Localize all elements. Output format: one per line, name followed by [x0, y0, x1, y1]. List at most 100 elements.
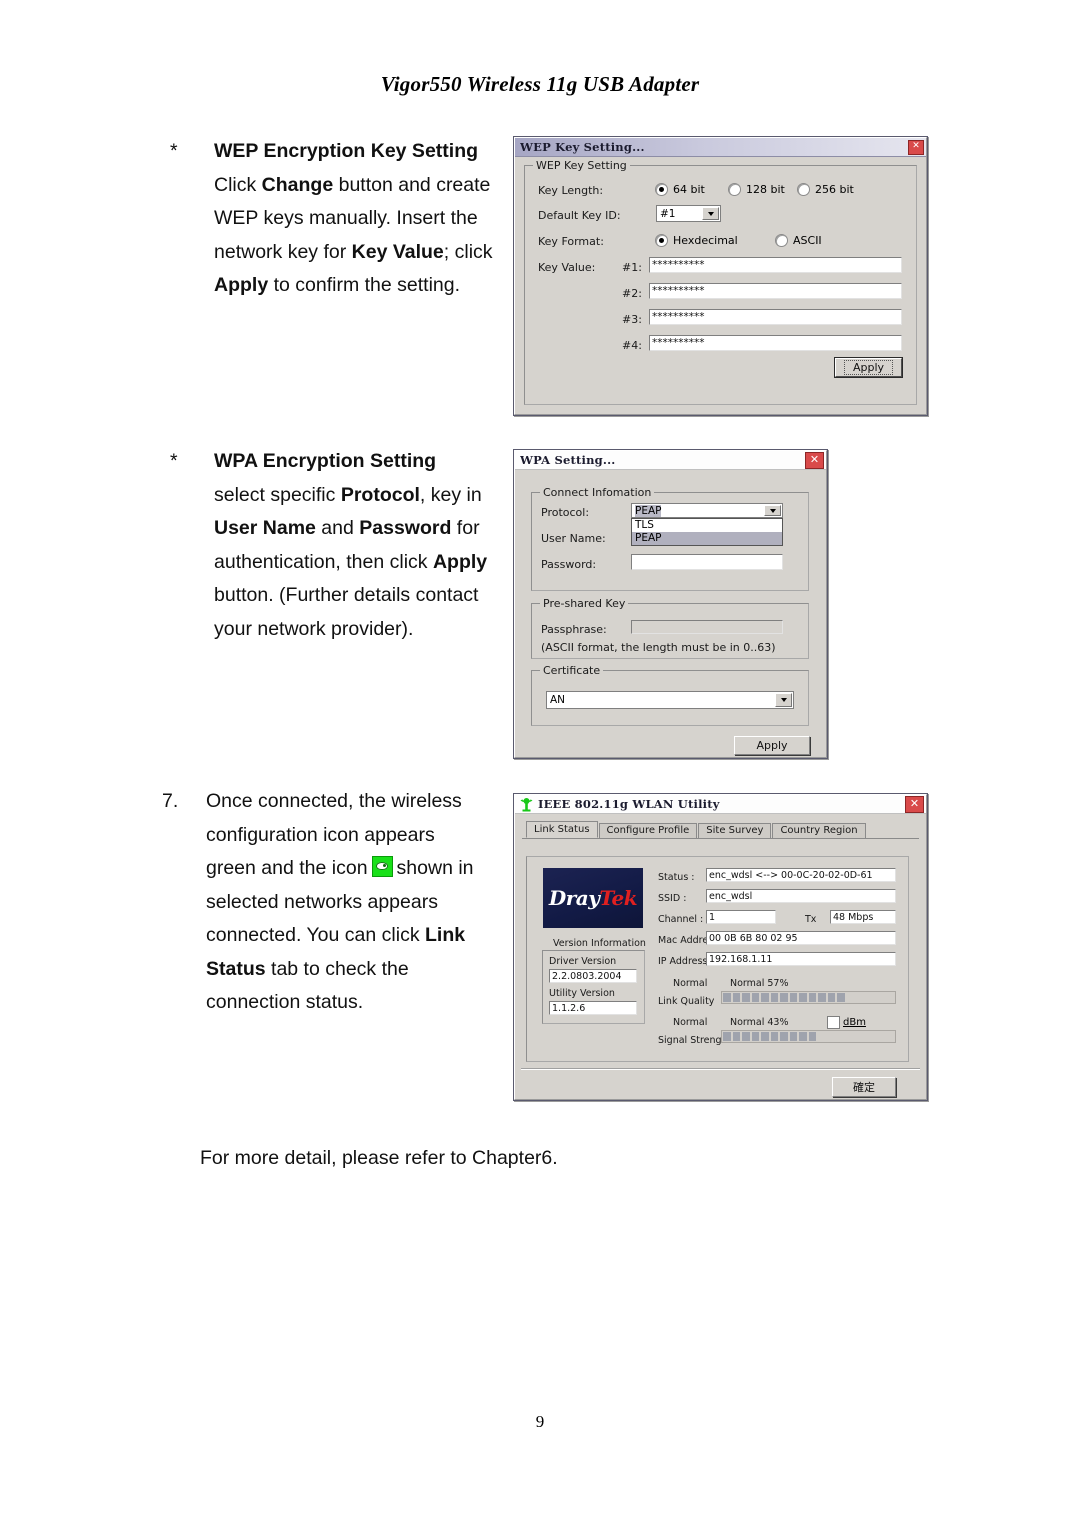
key-1-input[interactable]: ********** [649, 257, 902, 273]
bar-segment [732, 993, 740, 1002]
wep-apply-button[interactable]: Apply [834, 357, 903, 378]
password-label: Password: [541, 558, 597, 571]
protocol-combo[interactable]: PEAP [631, 503, 783, 518]
bar-segment [751, 1032, 759, 1041]
logo-dray: Dray [548, 886, 600, 910]
protocol-option-tls[interactable]: TLS [632, 519, 782, 532]
channel-value: 1 [706, 910, 776, 924]
radio-dot-icon [775, 234, 788, 247]
certificate-group: Certificate AN [531, 664, 809, 726]
signal-strength-bar [721, 1030, 896, 1043]
step7-line-1: Once connected, the wireless [206, 790, 462, 812]
radio-dot-icon [728, 183, 741, 196]
wep-line-3: network key for Key Value; click [214, 240, 493, 263]
channel-label: Channel : [658, 914, 704, 925]
protocol-option-peap[interactable]: PEAP [632, 532, 782, 545]
bar-segment [761, 1032, 769, 1041]
key-length-128bit-radio[interactable]: 128 bit [728, 183, 785, 196]
key-1-label: #1: [622, 261, 642, 274]
connect-information-legend: Connect Infomation [540, 486, 655, 499]
passphrase-label: Passphrase: [541, 623, 607, 636]
key-format-ascii-radio[interactable]: ASCII [775, 234, 822, 247]
chevron-down-icon[interactable] [764, 505, 781, 516]
wep-line-4: Apply to confirm the setting. [214, 274, 461, 296]
wep-bullet-marker: * [170, 140, 178, 162]
wpa-apply-label: Apply [756, 739, 788, 752]
checkbox-box-icon [827, 1016, 840, 1029]
wpa-heading: WPA Encryption Setting [214, 450, 437, 472]
tab-configure-profile[interactable]: Configure Profile [598, 823, 698, 838]
bar-segment [837, 993, 845, 1002]
user-name-label: User Name: [541, 532, 606, 545]
default-key-id-combo[interactable]: #1 [656, 205, 721, 222]
status-value: enc_wdsl <--> 00-0C-20-02-0D-61 [706, 868, 896, 882]
footer-note-block: For more detail, please refer to Chapter… [200, 1142, 700, 1176]
footer-separator [521, 1068, 920, 1070]
key-2-input[interactable]: ********** [649, 283, 902, 299]
radio-dot-icon [797, 183, 810, 196]
key-3-input[interactable]: ********** [649, 309, 902, 325]
utility-version-value: 1.1.2.6 [549, 1001, 637, 1015]
connect-information-group: Connect Infomation Protocol: PEAP TLS PE… [531, 486, 809, 591]
wireless-connected-icon [371, 856, 393, 877]
protocol-label: Protocol: [541, 506, 590, 519]
close-icon[interactable]: ✕ [805, 451, 824, 469]
wep-key-setting-dialog: WEP Key Setting... ✕ WEP Key Setting Key… [513, 136, 928, 416]
default-key-id-value: #1 [660, 207, 676, 220]
bar-segment [808, 1032, 816, 1041]
step7-line-3: green and the icon shown in [206, 856, 474, 879]
key-length-64bit-radio[interactable]: 64 bit [655, 183, 705, 196]
version-information-group: Driver Version 2.2.0803.2004 Utility Ver… [542, 950, 645, 1024]
tx-label: Tx [805, 914, 817, 925]
bar-segment [780, 993, 788, 1002]
bar-segment [789, 1032, 797, 1041]
wlan-utility-icon [520, 797, 533, 812]
bar-segment [751, 993, 759, 1002]
wpa-setting-dialog: WPA Setting... ✕ Connect Infomation Prot… [513, 449, 828, 759]
bar-segment [761, 993, 769, 1002]
wlan-utility-dialog: IEEE 802.11g WLAN Utility ✕ Link Status … [513, 793, 928, 1101]
radio-dot-icon [655, 234, 668, 247]
wpa-apply-button[interactable]: Apply [734, 736, 810, 755]
wlan-dialog-titlebar: IEEE 802.11g WLAN Utility ✕ [515, 795, 926, 814]
key-4-input[interactable]: ********** [649, 335, 902, 351]
wpa-bullet-marker: * [170, 450, 178, 472]
wep-dialog-title: WEP Key Setting... [520, 140, 645, 154]
bar-segment [770, 993, 778, 1002]
tab-site-survey[interactable]: Site Survey [698, 823, 772, 838]
bar-segment [799, 993, 807, 1002]
default-key-id-label: Default Key ID: [538, 209, 621, 222]
bar-segment [742, 993, 750, 1002]
bar-segment [742, 1032, 750, 1041]
ok-button[interactable]: 確定 [832, 1077, 896, 1097]
password-input[interactable] [631, 554, 783, 570]
close-icon[interactable]: ✕ [905, 795, 924, 813]
wep-line-1: Click Change button and create [214, 173, 491, 196]
wlan-dialog-title: IEEE 802.11g WLAN Utility [538, 797, 720, 811]
link-status-panel: DrayTek Version Information Driver Versi… [526, 856, 909, 1062]
wpa-line-1: select specific Protocol, key in [214, 483, 482, 506]
page-title: Vigor550 Wireless 11g USB Adapter [380, 72, 700, 96]
logo-tek: Tek [599, 886, 638, 910]
tab-link-status[interactable]: Link Status [526, 821, 598, 838]
wep-apply-label: Apply [843, 360, 894, 375]
chevron-down-icon[interactable] [775, 693, 792, 707]
dbm-checkbox[interactable]: dBm [827, 1016, 866, 1029]
wep-key-setting-group: WEP Key Setting Key Length: 64 bit 128 b… [524, 159, 917, 405]
passphrase-input[interactable] [631, 620, 783, 634]
tab-country-region[interactable]: Country Region [772, 823, 866, 838]
step7-line-6: Status tab to check the [206, 957, 409, 980]
bar-segment [780, 1032, 788, 1041]
radio-dot-icon [655, 183, 668, 196]
wep-heading: WEP Encryption Key Setting [214, 140, 479, 162]
close-icon[interactable]: ✕ [908, 139, 924, 155]
key-length-256bit-radio[interactable]: 256 bit [797, 183, 854, 196]
wpa-line-2: User Name and Password for [214, 517, 480, 539]
dbm-label: dBm [843, 1017, 866, 1028]
chevron-down-icon[interactable] [702, 207, 719, 220]
key-format-hexdecimal-radio[interactable]: Hexdecimal [655, 234, 738, 247]
certificate-combo[interactable]: AN [546, 691, 794, 709]
key-format-label: Key Format: [538, 235, 604, 248]
protocol-dropdown-list[interactable]: TLS PEAP [631, 518, 783, 546]
bar-segment [723, 1032, 731, 1041]
